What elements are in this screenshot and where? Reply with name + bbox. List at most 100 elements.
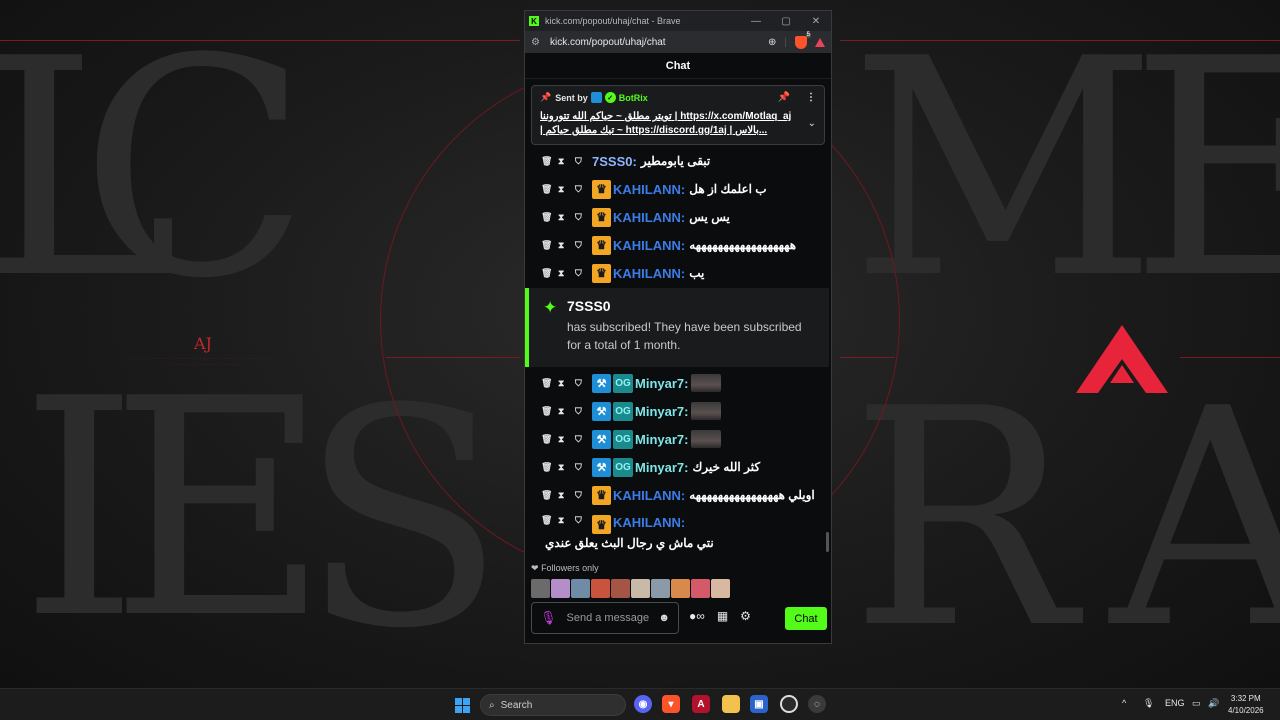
timeout-icon[interactable]: ⧗ xyxy=(558,406,575,417)
emoji-icon[interactable]: ☻ xyxy=(658,612,670,624)
timeout-icon[interactable]: ⧗ xyxy=(558,434,575,445)
maximize-button[interactable]: ▢ xyxy=(771,16,801,27)
taskbar-search[interactable]: ⌕ Search xyxy=(480,694,626,716)
username[interactable]: Minyar7 xyxy=(635,432,684,447)
obs-icon[interactable] xyxy=(780,695,798,713)
timeout-icon[interactable]: ⧗ xyxy=(558,156,575,167)
username[interactable]: 7SSS0 xyxy=(592,154,632,169)
ban-icon[interactable]: ⛉ xyxy=(575,490,592,501)
delete-icon[interactable]: 🗑 xyxy=(541,184,558,195)
username[interactable]: Minyar7 xyxy=(635,376,684,391)
username[interactable]: KAHILANN xyxy=(613,238,681,253)
store-icon[interactable]: ▦ xyxy=(717,609,728,623)
emote-image[interactable] xyxy=(691,374,722,392)
username[interactable]: KAHILANN xyxy=(613,488,681,503)
ban-icon[interactable]: ⛉ xyxy=(575,462,592,473)
delete-icon[interactable]: 🗑 xyxy=(541,434,558,445)
timeout-icon[interactable]: ⧗ xyxy=(558,515,575,526)
minimize-button[interactable]: — xyxy=(741,16,771,27)
avatar[interactable] xyxy=(611,579,630,598)
url-text[interactable]: kick.com/popout/uhaj/chat xyxy=(550,37,760,48)
pinned-message[interactable]: 📌 Sent by ✓ BotRix 📌 ⋮ تويتر مطلق ~ حياك… xyxy=(531,85,825,145)
file-explorer-icon[interactable] xyxy=(722,695,740,713)
delete-icon[interactable]: 🗑 xyxy=(541,268,558,279)
chat-message: 🗑 ⧗ ⛉ ♛ KAHILANN: اويلي ههههههههههههههههه xyxy=(525,481,831,509)
ban-icon[interactable]: ⛉ xyxy=(575,406,592,417)
pinned-message-text[interactable]: تويتر مطلق ~ حياكم الله تتوروننا | https… xyxy=(540,110,816,138)
delete-icon[interactable]: 🗑 xyxy=(541,212,558,223)
emote-image[interactable] xyxy=(691,430,722,448)
og-badge-icon: OG xyxy=(613,401,633,421)
delete-icon[interactable]: 🗑 xyxy=(541,378,558,389)
avatar[interactable] xyxy=(551,579,570,598)
ban-icon[interactable]: ⛉ xyxy=(575,434,592,445)
bot-name[interactable]: BotRix xyxy=(619,93,648,103)
volume-icon[interactable]: 🔊 xyxy=(1208,698,1219,709)
timeout-icon[interactable]: ⧗ xyxy=(558,212,575,223)
delete-icon[interactable]: 🗑 xyxy=(541,515,558,526)
delete-icon[interactable]: 🗑 xyxy=(541,462,558,473)
avatar[interactable] xyxy=(711,579,730,598)
chevron-down-icon[interactable]: ⌄ xyxy=(808,118,816,129)
delete-icon[interactable]: 🗑 xyxy=(541,156,558,167)
ban-icon[interactable]: ⛉ xyxy=(575,378,592,389)
ban-icon[interactable]: ⛉ xyxy=(575,184,592,195)
ban-icon[interactable]: ⛉ xyxy=(575,515,592,526)
username[interactable]: KAHILANN xyxy=(613,182,681,197)
delete-icon[interactable]: 🗑 xyxy=(541,490,558,501)
browser-window: K kick.com/popout/uhaj/chat - Brave — ▢ … xyxy=(524,10,832,644)
delete-icon[interactable]: 🗑 xyxy=(541,406,558,417)
timeout-icon[interactable]: ⧗ xyxy=(558,378,575,389)
timeout-icon[interactable]: ⧗ xyxy=(558,184,575,195)
message-composer[interactable]: 🎙 Send a message ☻ xyxy=(531,602,679,634)
app-a-icon[interactable]: A xyxy=(692,695,710,713)
subscriber-name[interactable]: 7SSS0 xyxy=(567,298,815,314)
teams-icon[interactable]: ▣ xyxy=(750,695,768,713)
ban-icon[interactable]: ⛉ xyxy=(575,268,592,279)
language-indicator[interactable]: ENG xyxy=(1165,698,1185,708)
steam-icon[interactable]: ◌ xyxy=(808,695,826,713)
ban-icon[interactable]: ⛉ xyxy=(575,212,592,223)
settings-gear-icon[interactable]: ⚙ xyxy=(740,609,751,623)
microphone-icon[interactable]: 🎙 xyxy=(540,610,557,626)
send-chat-button[interactable]: Chat xyxy=(785,607,827,630)
discord-icon[interactable]: ◉ xyxy=(634,695,652,713)
brave-rewards-icon[interactable] xyxy=(815,37,825,47)
site-settings-icon[interactable]: ⚙ xyxy=(531,37,540,48)
username[interactable]: Minyar7 xyxy=(635,404,684,419)
zoom-icon[interactable]: ⊕ xyxy=(768,37,776,48)
unpin-icon[interactable]: 📌 xyxy=(778,92,790,103)
ban-icon[interactable]: ⛉ xyxy=(575,240,592,251)
avatar[interactable] xyxy=(651,579,670,598)
more-options-icon[interactable]: ⋮ xyxy=(806,92,816,103)
brave-icon[interactable]: ▾ xyxy=(662,695,680,713)
avatar[interactable] xyxy=(591,579,610,598)
username[interactable]: KAHILANN xyxy=(613,515,681,530)
username[interactable]: Minyar7 xyxy=(635,460,684,475)
avatar[interactable] xyxy=(691,579,710,598)
timeout-icon[interactable]: ⧗ xyxy=(558,462,575,473)
avatar[interactable] xyxy=(631,579,650,598)
kicks-icon[interactable]: ●∞ xyxy=(689,609,705,623)
avatar[interactable] xyxy=(531,579,550,598)
chat-scrollbar[interactable] xyxy=(826,532,829,552)
emote-image[interactable] xyxy=(691,402,722,420)
crown-badge-icon: ♛ xyxy=(592,235,611,255)
delete-icon[interactable]: 🗑 xyxy=(541,240,558,251)
message-input[interactable]: Send a message xyxy=(567,612,659,624)
windows-start-icon[interactable] xyxy=(455,698,470,713)
brave-shield-icon[interactable]: 5 xyxy=(795,31,811,49)
system-clock[interactable]: 3:32 PM 4/10/2026 xyxy=(1228,693,1264,717)
timeout-icon[interactable]: ⧗ xyxy=(558,268,575,279)
avatar[interactable] xyxy=(671,579,690,598)
show-hidden-icons[interactable]: ^ xyxy=(1122,698,1126,708)
ban-icon[interactable]: ⛉ xyxy=(575,156,592,167)
timeout-icon[interactable]: ⧗ xyxy=(558,490,575,501)
avatar[interactable] xyxy=(571,579,590,598)
close-button[interactable]: ✕ xyxy=(801,16,831,27)
timeout-icon[interactable]: ⧗ xyxy=(558,240,575,251)
tray-microphone-icon[interactable]: 🎙 xyxy=(1143,698,1154,709)
username[interactable]: KAHILANN xyxy=(613,210,681,225)
network-icon[interactable]: ▭ xyxy=(1192,698,1201,709)
username[interactable]: KAHILANN xyxy=(613,266,681,281)
